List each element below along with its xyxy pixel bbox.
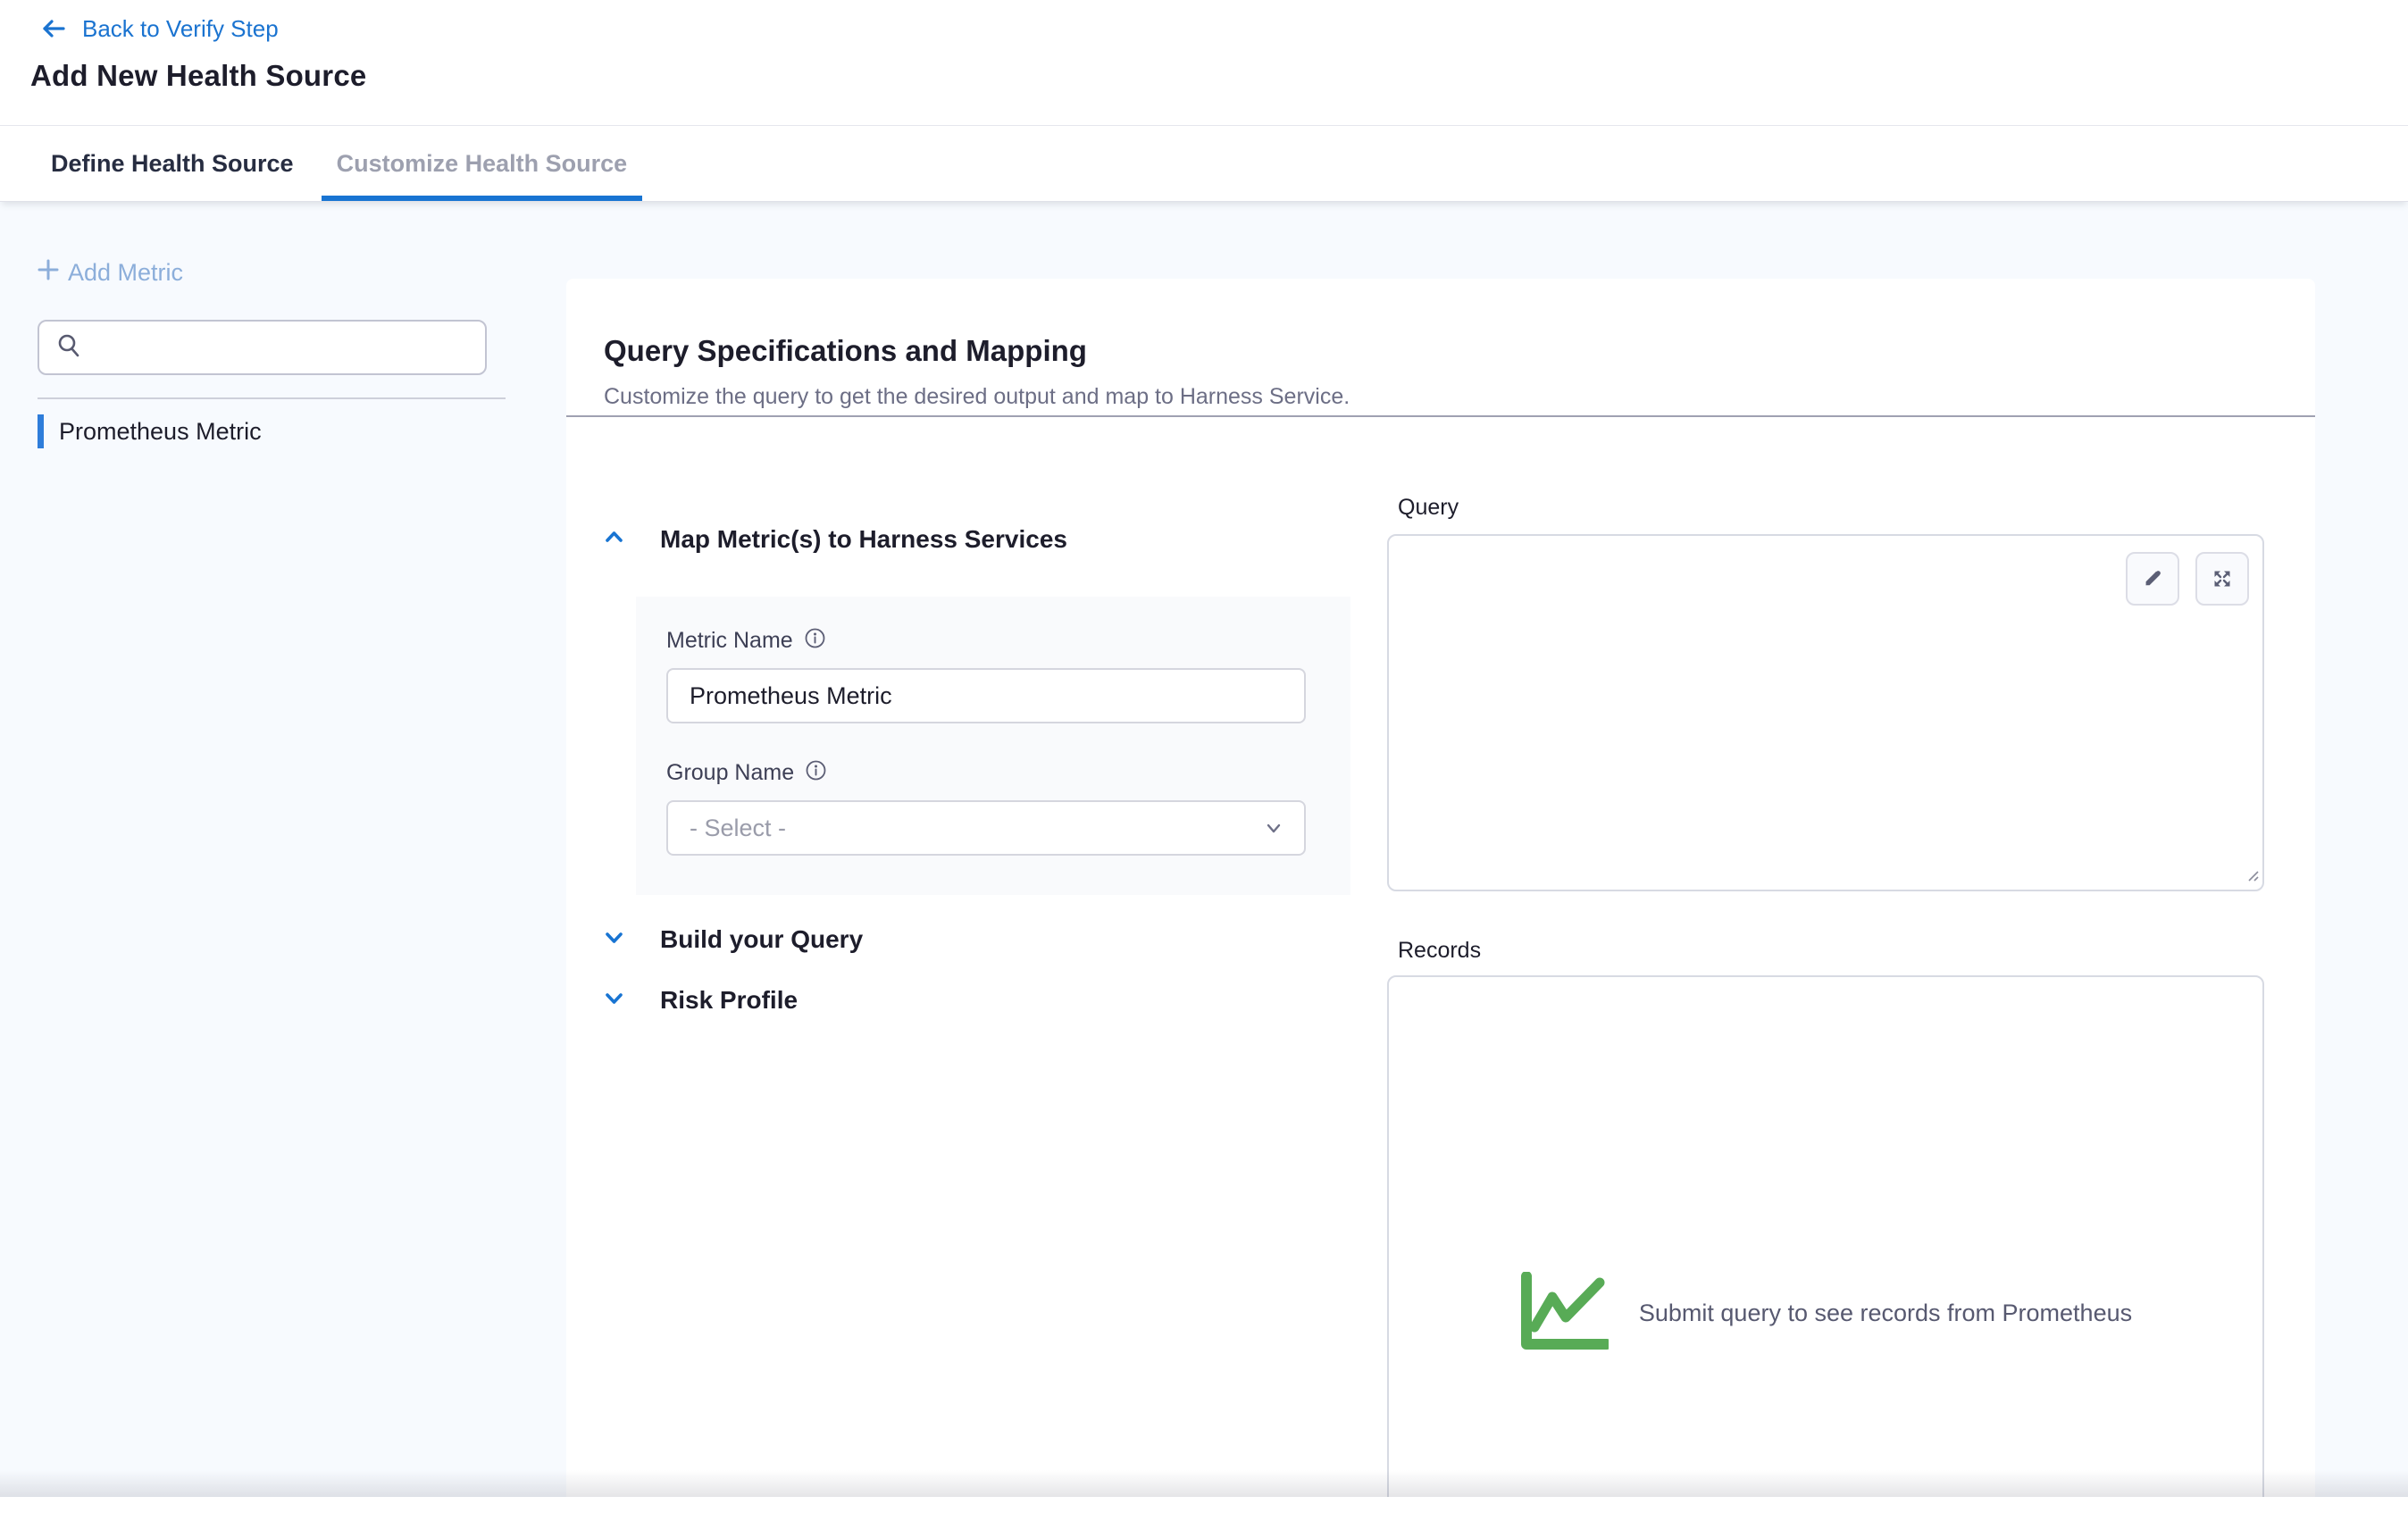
page-header: Back to Verify Step Add New Health Sourc…	[0, 0, 2408, 126]
arrow-left-icon	[39, 14, 68, 43]
records-empty-message: Submit query to see records from Prometh…	[1639, 1300, 2132, 1327]
footer-strip	[0, 1497, 2408, 1513]
back-link-label: Back to Verify Step	[82, 15, 279, 43]
chevron-down-icon	[602, 925, 626, 954]
info-icon[interactable]	[804, 627, 826, 654]
metrics-sidebar: Add Metric Prometheus Metric	[0, 202, 566, 1497]
select-placeholder: - Select -	[690, 815, 786, 842]
expand-query-button[interactable]	[2195, 552, 2249, 606]
metric-search-box	[38, 320, 487, 375]
metric-name-label: Metric Name	[666, 628, 793, 654]
tab-customize-health-source[interactable]: Customize Health Source	[322, 127, 643, 201]
map-metric-form-card: Metric Name Group Name - Select -	[636, 597, 1350, 895]
line-chart-icon	[1519, 1272, 1609, 1355]
section-label: Risk Profile	[660, 986, 798, 1015]
selected-indicator-bar	[38, 414, 44, 448]
tab-define-health-source[interactable]: Define Health Source	[36, 127, 309, 201]
chevron-down-icon	[602, 986, 626, 1015]
page-title: Add New Health Source	[30, 59, 366, 93]
section-build-your-query[interactable]: Build your Query	[602, 925, 863, 954]
content-area: Add Metric Prometheus Metric Query Speci…	[0, 202, 2408, 1497]
records-panel: Submit query to see records from Prometh…	[1387, 975, 2264, 1497]
info-icon[interactable]	[805, 759, 827, 786]
metric-search-input[interactable]	[95, 334, 469, 362]
query-textarea[interactable]	[1387, 534, 2264, 891]
query-specifications-panel: Query Specifications and Mapping Customi…	[566, 279, 2315, 1497]
records-empty-state: Submit query to see records from Prometh…	[1389, 1272, 2262, 1355]
query-toolbar	[2126, 552, 2249, 606]
chevron-up-icon	[602, 525, 626, 554]
section-label: Map Metric(s) to Harness Services	[660, 525, 1067, 554]
query-label: Query	[1398, 495, 1459, 521]
pencil-icon	[2141, 567, 2164, 590]
metric-list-item-prometheus[interactable]: Prometheus Metric	[38, 413, 506, 450]
health-source-tabs: Define Health Source Customize Health So…	[0, 127, 2408, 202]
section-map-metrics[interactable]: Map Metric(s) to Harness Services	[602, 525, 1067, 554]
expand-icon	[2211, 567, 2234, 590]
edit-query-button[interactable]	[2126, 552, 2179, 606]
chevron-down-icon	[1261, 815, 1286, 840]
back-to-verify-step-link[interactable]: Back to Verify Step	[39, 14, 279, 43]
resize-handle[interactable]	[2242, 865, 2260, 887]
panel-header-divider	[566, 415, 2315, 417]
metric-name-input[interactable]	[666, 668, 1306, 723]
panel-subtitle: Customize the query to get the desired o…	[604, 384, 1350, 410]
group-name-select[interactable]: - Select -	[666, 800, 1306, 856]
section-label: Build your Query	[660, 925, 863, 954]
search-icon	[55, 332, 82, 364]
plus-icon	[36, 257, 61, 288]
panel-title: Query Specifications and Mapping	[604, 334, 1087, 368]
add-metric-button[interactable]: Add Metric	[36, 257, 183, 288]
metric-item-label: Prometheus Metric	[59, 418, 262, 446]
group-name-label: Group Name	[666, 760, 794, 786]
add-metric-label: Add Metric	[68, 259, 183, 287]
records-label: Records	[1398, 938, 1481, 964]
section-risk-profile[interactable]: Risk Profile	[602, 986, 798, 1015]
sidebar-divider	[38, 397, 506, 399]
